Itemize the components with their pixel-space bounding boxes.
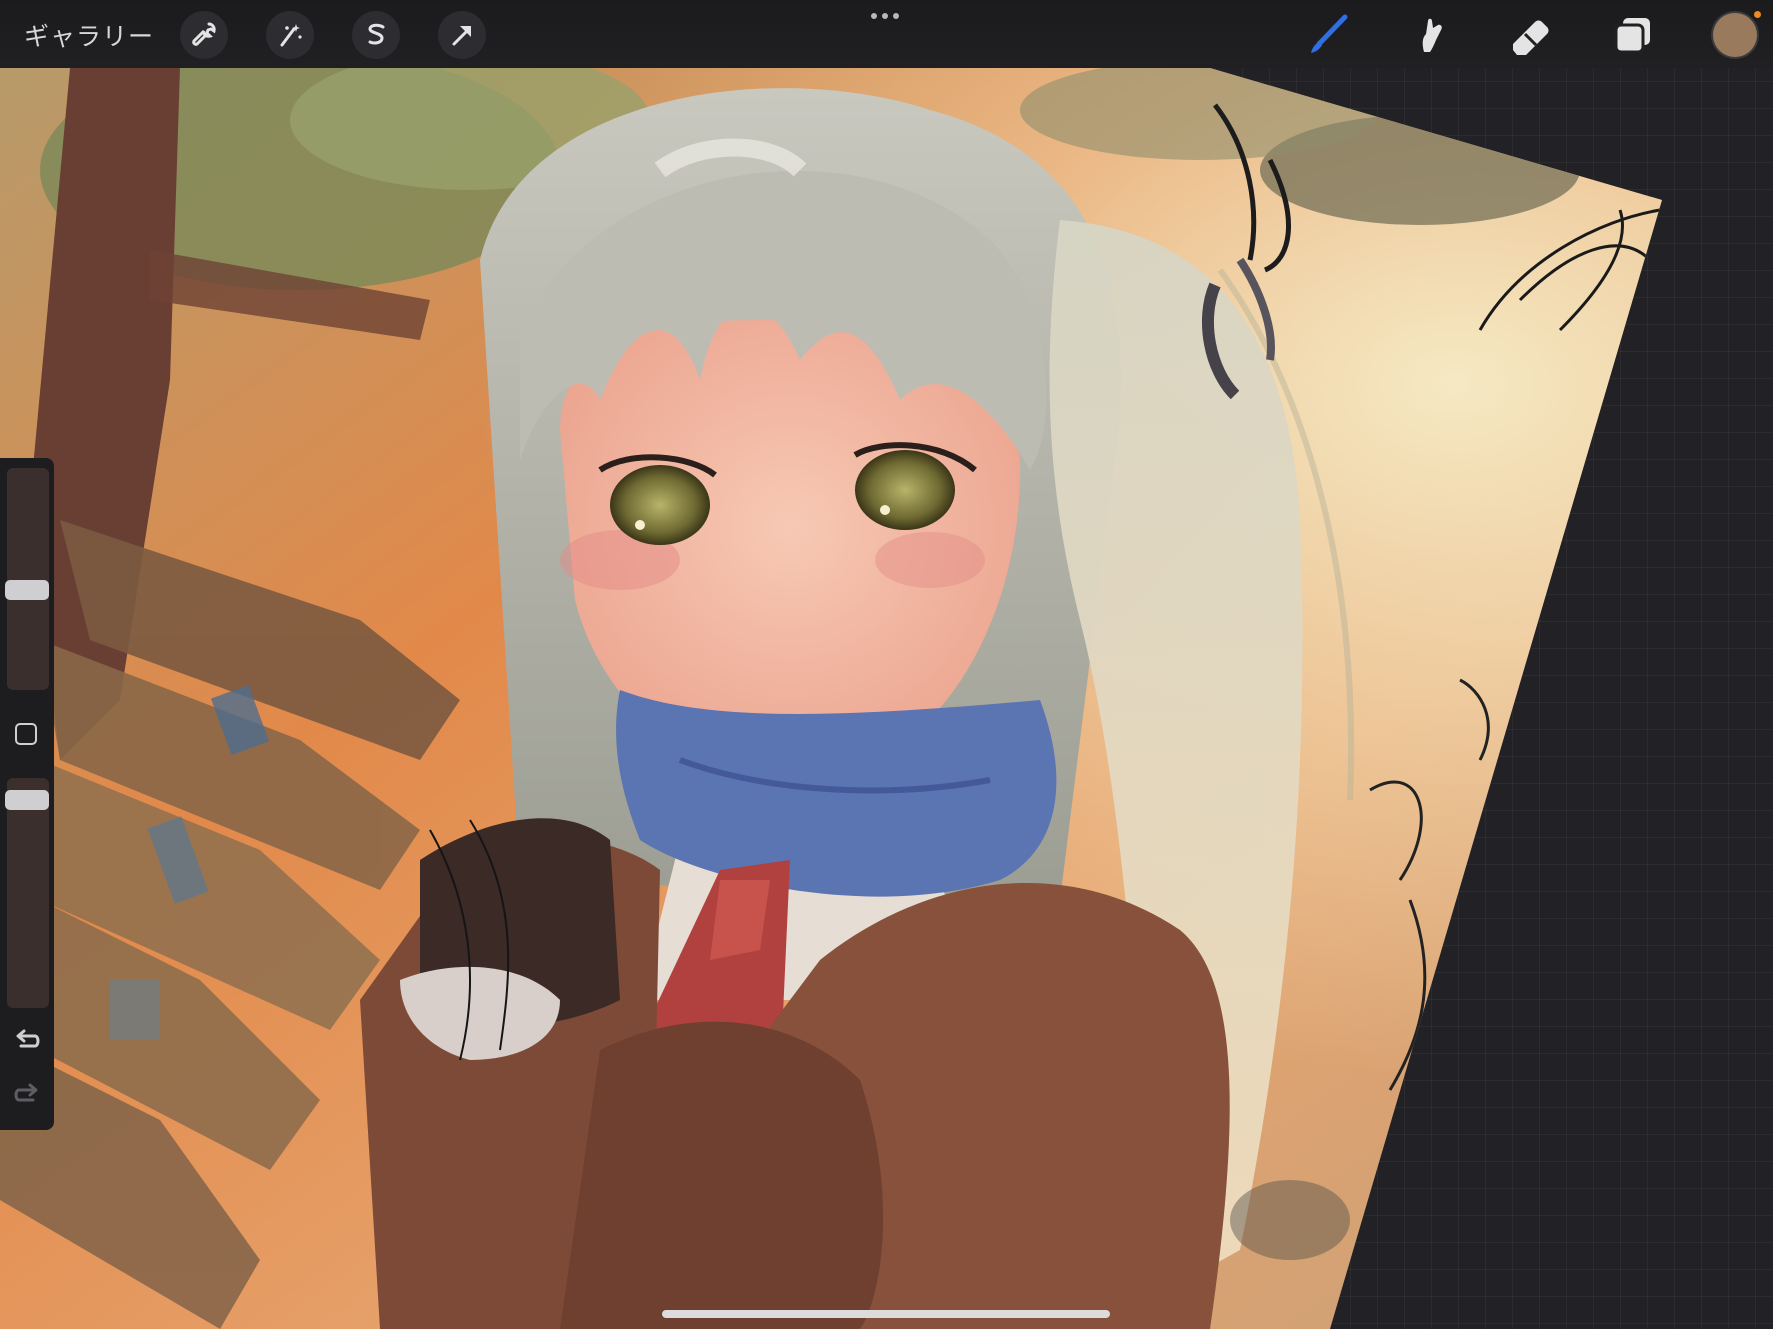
brush-icon: [1311, 14, 1348, 53]
wrench-icon: [192, 22, 216, 46]
brush-tool-button[interactable]: [1303, 10, 1353, 60]
transform-button[interactable]: [438, 11, 486, 59]
undo-icon[interactable]: [13, 1026, 41, 1054]
opacity-thumb[interactable]: [5, 790, 49, 810]
redo-icon[interactable]: [13, 1080, 41, 1108]
home-indicator[interactable]: [662, 1310, 1110, 1318]
top-toolbar: ギャラリー: [0, 0, 1773, 68]
magic-wand-icon: [280, 24, 302, 47]
more-options-icon[interactable]: [868, 8, 902, 24]
artwork-canvas[interactable]: [0, 0, 1773, 1329]
transform-arrow-icon: [452, 26, 471, 46]
adjustments-button[interactable]: [266, 11, 314, 59]
left-sidebar: [0, 458, 54, 1130]
smudge-tool-button[interactable]: [1404, 10, 1454, 60]
smudge-icon: [1422, 18, 1442, 52]
color-swatch[interactable]: [1713, 13, 1757, 57]
selection-button[interactable]: [352, 11, 400, 59]
actions-button[interactable]: [180, 11, 228, 59]
gallery-button[interactable]: ギャラリー: [24, 17, 154, 53]
selection-icon: [368, 23, 385, 45]
eraser-tool-button[interactable]: [1505, 10, 1555, 60]
color-indicator-dot: [1754, 11, 1761, 18]
brush-size-thumb[interactable]: [5, 580, 49, 600]
color-picker-square-icon[interactable]: [15, 723, 37, 745]
opacity-slider[interactable]: [7, 778, 49, 1008]
brush-size-slider[interactable]: [7, 468, 49, 690]
eraser-icon: [1513, 20, 1549, 55]
layers-icon: [1614, 18, 1650, 54]
layers-tool-button[interactable]: [1608, 10, 1658, 60]
